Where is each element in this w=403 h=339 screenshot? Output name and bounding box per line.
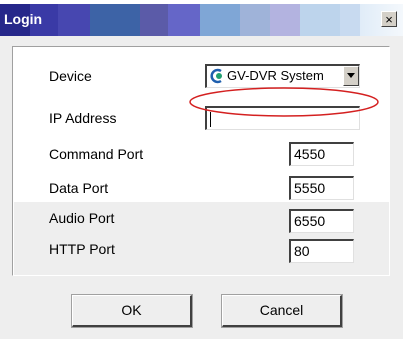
login-dialog: Login × Device GV-DVR System IP Address … bbox=[0, 4, 403, 339]
command-port-input[interactable]: 4550 bbox=[289, 142, 354, 166]
audio-port-label: Audio Port bbox=[49, 210, 115, 226]
device-select[interactable]: GV-DVR System bbox=[205, 64, 360, 88]
text-caret bbox=[210, 111, 211, 127]
ip-address-label: IP Address bbox=[49, 110, 117, 126]
device-label: Device bbox=[49, 68, 92, 84]
command-port-label: Command Port bbox=[49, 146, 144, 162]
close-button[interactable]: × bbox=[381, 11, 397, 27]
http-port-label: HTTP Port bbox=[49, 241, 115, 257]
http-port-input[interactable]: 80 bbox=[289, 239, 354, 263]
window-title: Login bbox=[4, 11, 43, 27]
close-icon: × bbox=[385, 12, 393, 27]
ip-address-input[interactable] bbox=[205, 106, 360, 130]
chevron-down-icon[interactable] bbox=[343, 66, 359, 86]
data-port-input[interactable]: 5550 bbox=[289, 176, 354, 200]
login-form-panel: Device GV-DVR System IP Address Command … bbox=[12, 46, 390, 276]
data-port-label: Data Port bbox=[49, 180, 109, 196]
ok-button[interactable]: OK bbox=[72, 295, 192, 327]
geovision-device-icon bbox=[210, 68, 222, 84]
cancel-button[interactable]: Cancel bbox=[222, 295, 342, 327]
title-bar[interactable]: Login × bbox=[0, 4, 403, 36]
audio-port-input[interactable]: 6550 bbox=[289, 209, 354, 233]
device-select-value: GV-DVR System bbox=[227, 68, 324, 83]
